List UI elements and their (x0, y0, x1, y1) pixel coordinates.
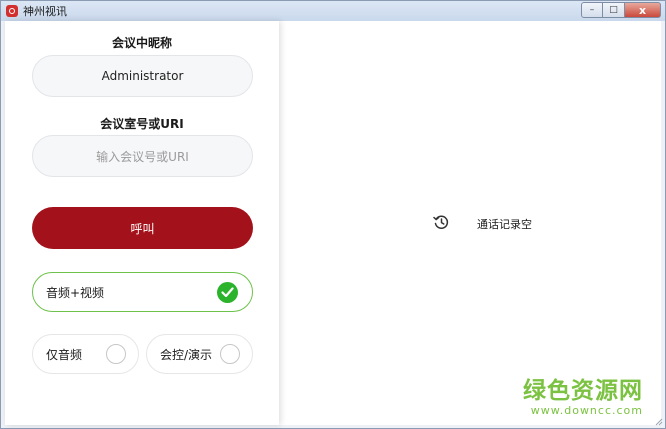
option-control-presentation[interactable]: 会控/演示 (146, 334, 253, 374)
room-label: 会议室号或URI (100, 117, 184, 131)
check-icon (217, 282, 238, 303)
radio-unchecked-icon (106, 344, 126, 364)
resize-grip-icon[interactable] (653, 416, 663, 426)
close-button[interactable]: x (625, 2, 661, 18)
radio-unchecked-icon (220, 344, 240, 364)
nickname-input[interactable]: Administrator (32, 55, 253, 97)
option-audio-only-label: 仅音频 (46, 347, 83, 362)
nickname-label: 会议中昵称 (111, 36, 172, 50)
watermark-url: www.downcc.com (530, 404, 643, 417)
option-audio-video[interactable]: 音频+视频 (32, 272, 253, 312)
title-bar[interactable]: 神州视讯 – □ x (1, 1, 665, 21)
main-content: 会议中昵称 Administrator 会议室号或URI 输入会议号或URI 呼… (5, 21, 661, 425)
watermark-title: 绿色资源网 (523, 378, 643, 404)
window-controls: – □ x (581, 2, 661, 18)
window-title: 神州视讯 (23, 5, 67, 18)
option-audio-video-label: 音频+视频 (46, 285, 105, 300)
room-input[interactable]: 输入会议号或URI (32, 135, 253, 177)
call-button[interactable]: 呼叫 (32, 207, 253, 249)
minimize-button[interactable]: – (581, 2, 603, 18)
call-history-empty: 通话记录空 (433, 214, 532, 234)
app-logo-icon (6, 5, 18, 17)
site-watermark: 绿色资源网 www.downcc.com (523, 378, 643, 417)
history-empty-text: 通话记录空 (477, 218, 532, 231)
call-panel: 会议中昵称 Administrator 会议室号或URI 输入会议号或URI 呼… (5, 21, 279, 425)
option-audio-only[interactable]: 仅音频 (32, 334, 139, 374)
option-control-label: 会控/演示 (160, 347, 213, 362)
history-icon (433, 214, 449, 234)
app-window: 神州视讯 – □ x 会议中昵称 Administrator 会议室号或URI … (0, 0, 666, 429)
maximize-button[interactable]: □ (603, 2, 625, 18)
room-input-placeholder: 输入会议号或URI (96, 149, 189, 164)
